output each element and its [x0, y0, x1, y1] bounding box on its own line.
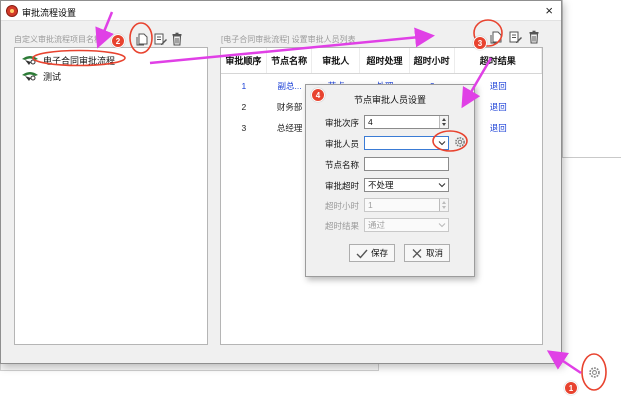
step-badge-1: 1 [564, 381, 578, 395]
tree-item-label: 测试 [43, 71, 62, 82]
cross-icon [412, 248, 422, 258]
checkmark-icon [356, 249, 368, 259]
spin-arrows-icon[interactable] [439, 199, 448, 211]
timeout-label: 审批超时 [325, 181, 360, 191]
col-timeout-action[interactable]: 超时处理 [360, 48, 410, 73]
delete-approver-icon[interactable] [527, 30, 541, 44]
chevron-down-icon[interactable] [437, 180, 447, 190]
col-timeout-result[interactable]: 超时结果 [455, 48, 542, 73]
delete-flow-icon[interactable] [170, 32, 184, 46]
timeout-value: 不处理 [368, 180, 394, 190]
save-button[interactable]: 保存 [349, 244, 395, 262]
tree-item-flow-2[interactable]: 测试 [21, 69, 61, 83]
timeout-result-select[interactable]: 通过 [364, 218, 449, 232]
approval-flow-settings-dialog: 审批流程设置 × 自定义审批流程项目名称 [电子合同审批流程] 设置审批人员列表… [0, 0, 562, 364]
approver-select[interactable] [364, 136, 449, 150]
close-button[interactable]: × [545, 3, 553, 18]
step-badge-3: 3 [473, 36, 487, 50]
tree-item-label: 电子合同审批流程 [43, 55, 116, 66]
spin-arrows-icon[interactable] [439, 116, 448, 128]
window-title: 审批流程设置 [22, 8, 77, 18]
cell-order: 3 [241, 123, 247, 133]
order-value: 4 [368, 117, 373, 127]
title-bar: 审批流程设置 × [1, 1, 561, 21]
cell-order: 1 [241, 81, 247, 91]
flow-list-label: 自定义审批流程项目名称 [14, 35, 102, 44]
step-badge-2: 2 [111, 34, 125, 48]
col-node-name[interactable]: 节点名称 [267, 48, 313, 73]
edit-approver-icon[interactable] [508, 30, 522, 44]
cancel-button[interactable]: 取消 [404, 244, 450, 262]
app-icon [6, 5, 18, 17]
approver-label: 审批人员 [325, 139, 360, 149]
timeout-hours-value: 1 [368, 200, 373, 210]
timeout-select[interactable]: 不处理 [364, 178, 449, 192]
save-label: 保存 [370, 248, 388, 258]
col-timeout-hours[interactable]: 超时小时 [410, 48, 455, 73]
col-order[interactable]: 审批顺序 [221, 48, 267, 73]
node-dialog-title: 节点审批人员设置 [353, 95, 426, 105]
flow-tree: 电子合同审批流程 测试 [14, 47, 208, 345]
approver-list-label: [电子合同审批流程] 设置审批人员列表 [221, 35, 356, 44]
timeout-hours-label: 超时小时 [325, 201, 360, 211]
add-approver-icon[interactable] [489, 30, 503, 44]
flow-node-icon [22, 72, 38, 81]
timeout-result-label: 超时结果 [325, 221, 360, 231]
settings-gear-icon[interactable] [588, 366, 601, 379]
tree-item-flow-1[interactable]: 电子合同审批流程 [21, 53, 115, 67]
order-stepper[interactable]: 4 [364, 115, 449, 129]
order-label: 审批次序 [325, 118, 360, 128]
node-name-field[interactable] [364, 157, 449, 171]
background-panel [562, 0, 621, 158]
cell-order: 2 [241, 102, 247, 112]
node-approver-dialog: 节点审批人员设置 审批次序 4 审批人员 节点名称 审批超时 不处理 超时小时 … [305, 84, 475, 277]
chevron-down-icon[interactable] [437, 220, 447, 230]
flow-node-icon [22, 56, 38, 65]
gear-icon[interactable] [454, 136, 466, 148]
col-approver[interactable]: 审批人 [312, 48, 361, 73]
node-name-label: 节点名称 [325, 160, 360, 170]
timeout-hours-stepper[interactable]: 1 [364, 198, 449, 212]
add-flow-icon[interactable] [135, 32, 149, 46]
edit-flow-icon[interactable] [153, 32, 167, 46]
step-badge-4: 4 [311, 88, 325, 102]
timeout-result-value: 通过 [368, 220, 386, 230]
cancel-label: 取消 [425, 248, 443, 258]
chevron-down-icon[interactable] [437, 138, 447, 148]
grid-header: 审批顺序 节点名称 审批人 超时处理 超时小时 超时结果 [221, 48, 542, 74]
